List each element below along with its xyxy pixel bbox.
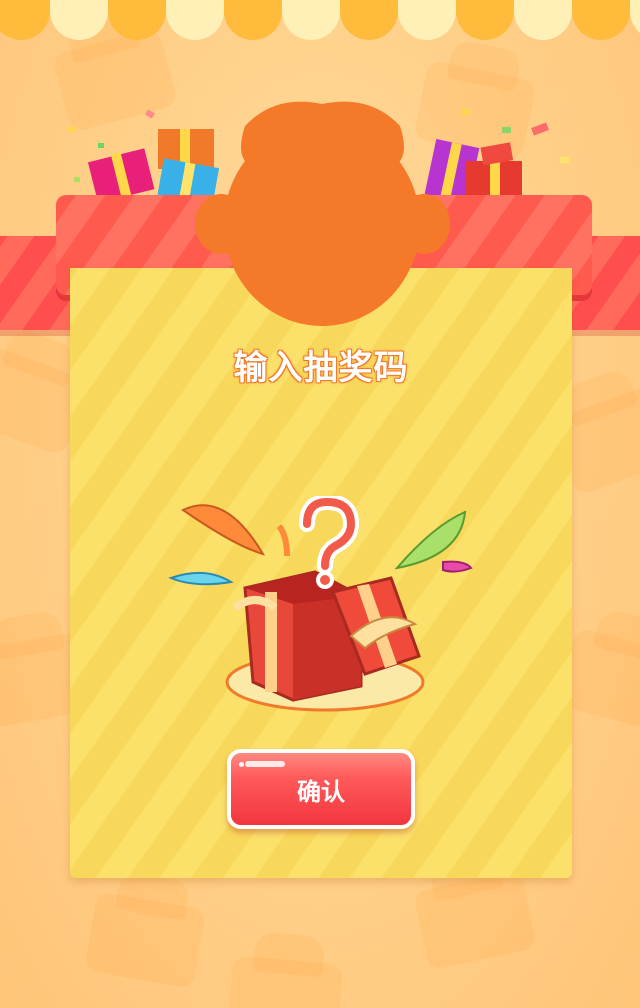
button-shine-dot — [239, 762, 244, 767]
confirm-button[interactable]: 确认 — [227, 749, 415, 829]
button-shine — [245, 761, 285, 767]
scalloped-awning — [0, 0, 640, 44]
confirm-button-label: 确认 — [297, 777, 345, 806]
mystery-gift-box-icon — [168, 496, 473, 712]
dialog-title: 输入抽奖码 — [233, 348, 409, 388]
mascot-silhouette-icon — [195, 101, 450, 326]
